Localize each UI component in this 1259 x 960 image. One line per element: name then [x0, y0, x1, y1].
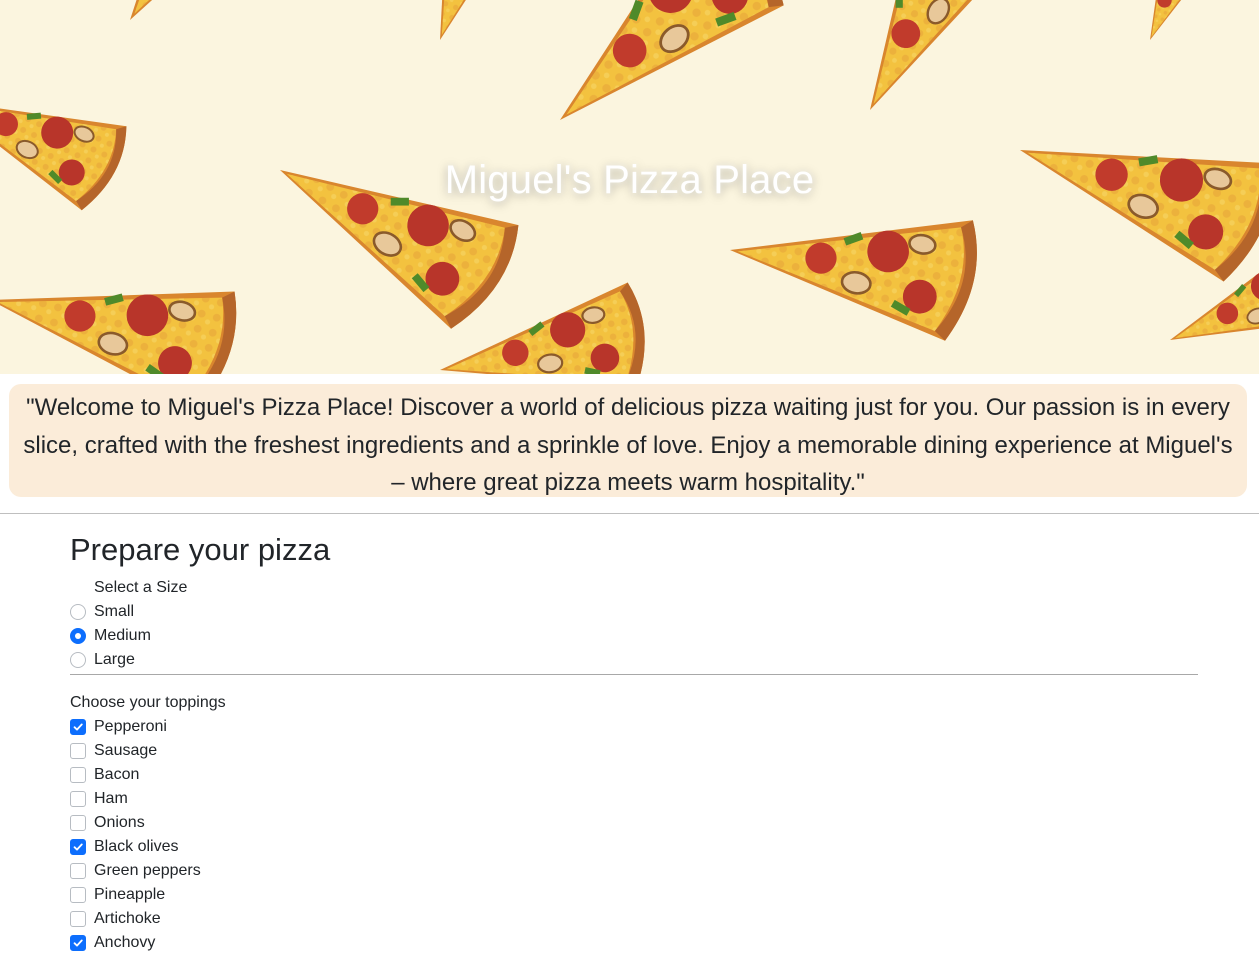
size-radio[interactable]: [70, 604, 86, 620]
header-banner: Miguel's Pizza Place: [0, 0, 1259, 374]
topping-checkbox[interactable]: [70, 911, 86, 927]
topping-label[interactable]: Green peppers: [94, 862, 201, 879]
fieldset-divider: [70, 674, 1198, 675]
size-option-small[interactable]: Small: [70, 600, 1198, 624]
topping-option-black-olives[interactable]: Black olives: [70, 835, 1198, 859]
form-heading: Prepare your pizza: [70, 532, 331, 567]
checkmark-icon: [73, 723, 83, 731]
topping-checkbox[interactable]: [70, 743, 86, 759]
checkmark-icon: [73, 843, 83, 851]
topping-label[interactable]: Ham: [94, 790, 128, 807]
toppings-fieldset: Choose your toppings Pepperoni Sausage Bac…: [70, 691, 1198, 955]
size-radio[interactable]: [70, 628, 86, 644]
topping-label[interactable]: Artichoke: [94, 910, 161, 927]
topping-option-anchovy[interactable]: Anchovy: [70, 931, 1198, 955]
welcome-message: "Welcome to Miguel's Pizza Place! Discov…: [9, 384, 1247, 497]
topping-checkbox[interactable]: [70, 767, 86, 783]
size-label[interactable]: Large: [94, 651, 135, 668]
size-radio[interactable]: [70, 652, 86, 668]
size-fieldset: Select a Size Small Medium Large: [70, 576, 1198, 672]
topping-option-pepperoni[interactable]: Pepperoni: [70, 715, 1198, 739]
topping-option-onions[interactable]: Onions: [70, 811, 1198, 835]
page-title: Miguel's Pizza Place: [444, 158, 815, 202]
topping-checkbox[interactable]: [70, 791, 86, 807]
size-label[interactable]: Medium: [94, 627, 151, 644]
checkmark-icon: [73, 939, 83, 947]
topping-checkbox[interactable]: [70, 887, 86, 903]
topping-label[interactable]: Bacon: [94, 766, 139, 783]
topping-label[interactable]: Onions: [94, 814, 145, 831]
topping-option-green-peppers[interactable]: Green peppers: [70, 859, 1198, 883]
topping-label[interactable]: Anchovy: [94, 934, 155, 951]
topping-checkbox[interactable]: [70, 815, 86, 831]
size-option-large[interactable]: Large: [70, 648, 1198, 672]
topping-option-ham[interactable]: Ham: [70, 787, 1198, 811]
topping-label[interactable]: Pepperoni: [94, 718, 167, 735]
toppings-legend: Choose your toppings: [70, 694, 226, 711]
topping-label[interactable]: Sausage: [94, 742, 157, 759]
topping-checkbox[interactable]: [70, 935, 86, 951]
divider: [0, 513, 1259, 514]
pizza-form: Prepare your pizza Select a Size Small Me…: [70, 528, 1198, 955]
topping-checkbox[interactable]: [70, 719, 86, 735]
topping-option-sausage[interactable]: Sausage: [70, 739, 1198, 763]
topping-checkbox[interactable]: [70, 863, 86, 879]
topping-label[interactable]: Pineapple: [94, 886, 165, 903]
topping-checkbox[interactable]: [70, 839, 86, 855]
topping-label[interactable]: Black olives: [94, 838, 178, 855]
size-label[interactable]: Small: [94, 603, 134, 620]
size-legend: Select a Size: [94, 579, 188, 596]
topping-option-artichoke[interactable]: Artichoke: [70, 907, 1198, 931]
topping-option-pineapple[interactable]: Pineapple: [70, 883, 1198, 907]
topping-option-bacon[interactable]: Bacon: [70, 763, 1198, 787]
size-option-medium[interactable]: Medium: [70, 624, 1198, 648]
